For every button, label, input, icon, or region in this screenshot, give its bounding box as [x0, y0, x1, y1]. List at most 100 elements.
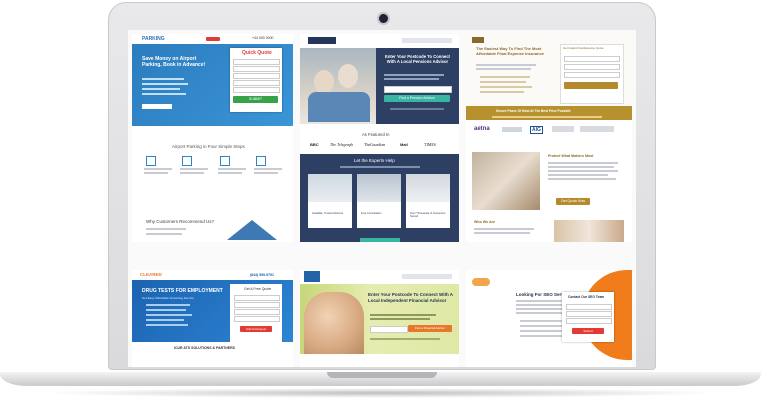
- hero-text: [476, 64, 536, 66]
- form-bullet: [384, 74, 444, 76]
- hero-headline: Enter Your Postcode To Connect With A Lo…: [368, 292, 453, 303]
- card-drug-tests[interactable]: CLEARED (844) 559-5751 DRUG TESTS FOR EM…: [132, 270, 293, 367]
- get-quote-button[interactable]: [564, 82, 618, 89]
- hero-bullet: [480, 81, 526, 83]
- plane-wing-image: [227, 220, 277, 240]
- card-financial-advisor[interactable]: Enter Your Postcode To Connect With A Lo…: [300, 270, 459, 367]
- card-airport-parking[interactable]: PARKING +44 000 0000 Save Money on Airpo…: [132, 34, 293, 242]
- hero-bullet: [480, 76, 530, 78]
- quote-field[interactable]: [564, 72, 620, 78]
- press-logo: Mail: [400, 142, 408, 147]
- hero-headline: The Easiest Way To Find The Most Afforda…: [476, 46, 545, 56]
- footer-text: ICUR ATS SOLUTIONS & PARTNERS: [174, 346, 235, 350]
- hero-bullet: [142, 88, 180, 90]
- brand-logo: [580, 126, 614, 132]
- quote-field[interactable]: [564, 56, 620, 62]
- step-text: [254, 172, 278, 174]
- brand-logo: aetna: [474, 126, 490, 132]
- card-final-expense[interactable]: The Easiest Way To Find The Most Afforda…: [466, 34, 632, 242]
- submit-button[interactable]: Submit: [572, 328, 604, 334]
- hero-text: [476, 68, 531, 70]
- icon-box: [357, 202, 401, 228]
- who-text: [474, 232, 530, 234]
- submit-request-button[interactable]: Submit Request: [240, 326, 272, 332]
- contact-form: [562, 292, 614, 342]
- step-icon: [256, 156, 266, 166]
- person-face: [338, 64, 358, 88]
- card-seo-services[interactable]: Looking For SEO Services? Contact Our SE…: [466, 270, 632, 367]
- woman-laptop-photo: [472, 152, 540, 210]
- quote-field[interactable]: [234, 302, 280, 308]
- get-quote-title: Get Instant Final Expense Quote: [563, 46, 604, 50]
- hero-sub: Get Easy Affordable Screening Service: [142, 296, 194, 300]
- postcode-input[interactable]: [384, 86, 452, 93]
- hero-bullet: [520, 325, 566, 327]
- contact-field[interactable]: [566, 311, 612, 317]
- quote-field[interactable]: [233, 66, 280, 72]
- quote-field[interactable]: [234, 309, 280, 315]
- step-text: [180, 168, 208, 170]
- quote-now-button[interactable]: Get Quote Now: [556, 198, 590, 205]
- featured-title: As Featured In: [362, 132, 390, 137]
- peace-title: Secure Peace Of Mind At The Best Price P…: [496, 109, 571, 113]
- header-logos: [402, 274, 452, 279]
- steps-title: Airport Parking in Four Simple Steps: [172, 144, 245, 149]
- step-text: [180, 172, 204, 174]
- laptop-mockup: PARKING +44 000 0000 Save Money on Airpo…: [0, 0, 761, 411]
- why-text: [146, 228, 186, 230]
- quote-field[interactable]: [233, 73, 280, 79]
- hero-headline: DRUG TESTS FOR EMPLOYMENT: [142, 288, 223, 294]
- laptop-screen: PARKING +44 000 0000 Save Money on Airpo…: [128, 30, 636, 367]
- who-title: Who We Are: [474, 220, 495, 224]
- quote-field[interactable]: [233, 80, 280, 86]
- header-badge: [206, 37, 220, 41]
- person-face: [314, 70, 334, 94]
- logo: [472, 278, 490, 286]
- quote-field[interactable]: [233, 87, 280, 93]
- header-logos: [402, 38, 452, 43]
- find-advisor-button[interactable]: Find a Financial Advisor: [408, 325, 452, 332]
- postcode-input[interactable]: [370, 326, 408, 333]
- hero-disclaimer: [370, 338, 440, 340]
- quote-field[interactable]: [233, 59, 280, 65]
- icon-box: [308, 202, 352, 228]
- why-text: [146, 233, 182, 235]
- hero-bullet: [480, 86, 532, 88]
- quote-field[interactable]: [234, 295, 280, 301]
- step-text: [254, 168, 282, 170]
- contact-field[interactable]: [566, 318, 612, 324]
- icon-label: Over Thousands of Customers Served: [410, 212, 446, 218]
- webcam-icon: [379, 14, 388, 23]
- bottom-cta[interactable]: [360, 238, 400, 242]
- hero-bullet: [370, 314, 436, 316]
- who-text: [474, 228, 534, 230]
- press-logo: The Telegraph: [330, 142, 354, 147]
- find-advisor-button[interactable]: Find a Pension Advisor: [384, 95, 450, 102]
- quote-field[interactable]: [564, 64, 620, 70]
- step-text: [144, 168, 172, 170]
- expert-photo: [308, 174, 352, 202]
- clothing: [308, 92, 370, 122]
- form-disclaimer: [390, 108, 444, 110]
- form-title: Enter Your Postcode To Connect With A Lo…: [385, 54, 450, 64]
- brand-logo: AIG: [530, 126, 543, 134]
- logo: [304, 271, 320, 282]
- card-pensions-advisor[interactable]: Enter Your Postcode To Connect With A Lo…: [300, 34, 459, 242]
- quote-submit-button[interactable]: SUBMIT: [233, 96, 278, 103]
- step-text: [218, 168, 246, 170]
- expert-photo: [357, 174, 401, 202]
- step-text: [144, 172, 168, 174]
- quote-field[interactable]: [234, 316, 280, 322]
- hero-text: [516, 312, 566, 314]
- protect-text: [548, 166, 614, 168]
- hero-bullet: [146, 314, 192, 316]
- step-icon: [220, 156, 230, 166]
- press-logo: BBC: [310, 142, 319, 147]
- family-photo: [554, 220, 624, 242]
- contact-field[interactable]: [566, 304, 612, 310]
- hero-bullet: [142, 78, 184, 80]
- hero-bullet: [142, 93, 186, 95]
- family-photo: [304, 292, 364, 354]
- icon-label: Free Consultation: [361, 212, 382, 215]
- protect-text: [548, 178, 616, 180]
